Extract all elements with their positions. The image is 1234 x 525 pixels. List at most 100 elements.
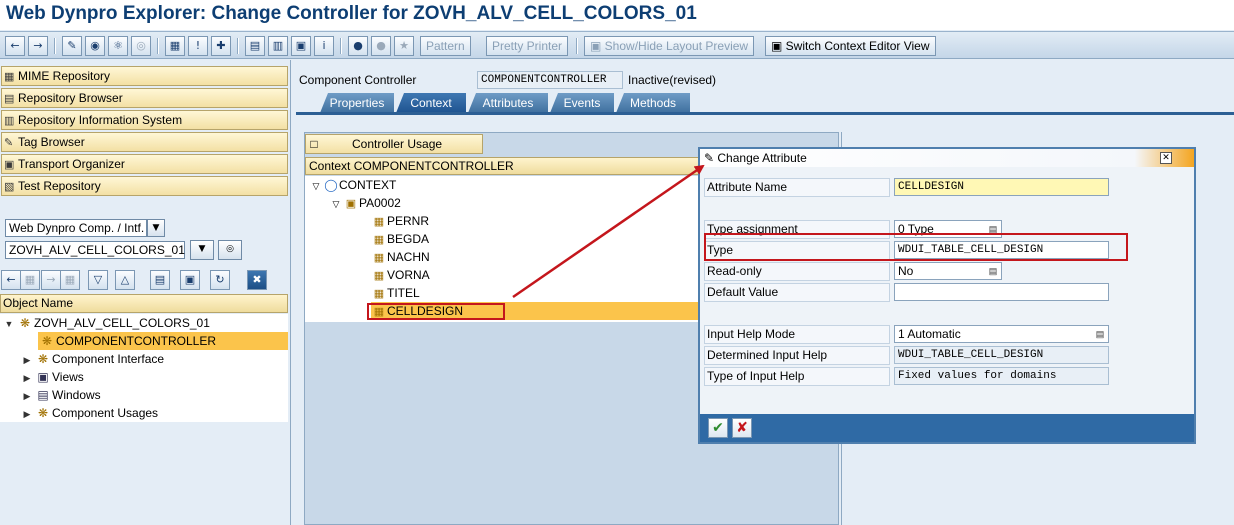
chevron-down-icon[interactable]: ▼ <box>147 219 165 237</box>
nav-repository-browser[interactable]: ▤ Repository Browser <box>1 88 288 108</box>
select-icon[interactable]: ▣ <box>180 270 200 290</box>
collapse-triangle-icon[interactable]: ▽ <box>329 195 343 213</box>
layout-preview-icon: ▣ <box>590 39 605 53</box>
window-icon[interactable]: ▣ <box>291 36 311 56</box>
controller-usage-button[interactable]: □ Controller Usage <box>305 134 483 154</box>
default-value-input[interactable] <box>894 283 1109 301</box>
context-attr-vorna[interactable]: ▦ VORNA <box>371 266 430 284</box>
input-help-mode-select[interactable]: 1 Automatic ▤ <box>894 325 1109 343</box>
attribute-icon: ▦ <box>373 216 385 228</box>
expand-triangle-icon[interactable]: ▶ <box>20 405 34 423</box>
usages-icon: ❋ <box>37 406 49 420</box>
prev-object-icon[interactable]: ← <box>1 270 21 290</box>
edit-dialog-icon: ✎ <box>704 151 718 165</box>
field-read-only: Read-only No ▤ <box>704 262 1190 281</box>
breakpoint-icon[interactable]: ● <box>348 36 368 56</box>
dialog-title-bar: ✎ Change Attribute <box>700 149 1194 167</box>
inactive-objects-icon[interactable]: ▥ <box>268 36 288 56</box>
tree-icon[interactable]: ▤ <box>150 270 170 290</box>
object-type-select[interactable]: Web Dynpro Comp. / Intf. <box>5 219 147 237</box>
edit-icon[interactable]: ✎ <box>62 36 82 56</box>
context-node-pa0002[interactable]: ▽ ▣ PA0002 <box>329 194 401 212</box>
prev-list-icon[interactable]: ▦ <box>20 270 40 290</box>
navigate-icon[interactable]: ✚ <box>211 36 231 56</box>
context-attr-pernr[interactable]: ▦ PERNR <box>371 212 429 230</box>
wizard-icon[interactable]: ★ <box>394 36 414 56</box>
refresh-icon[interactable]: ↻ <box>210 270 230 290</box>
dropdown-list-icon[interactable]: ▤ <box>987 265 999 278</box>
field-determined-input-help: Determined Input Help WDUI_TABLE_CELL_DE… <box>704 346 1190 365</box>
switch-context-label: Switch Context Editor View <box>785 39 930 53</box>
pretty-printer-button[interactable]: Pretty Printer <box>486 36 569 56</box>
collapse-triangle-icon[interactable]: ▼ <box>2 315 16 333</box>
attribute-icon: ▦ <box>373 288 385 300</box>
display-glasses-icon[interactable]: ◎ <box>218 240 242 260</box>
component-icon: ❋ <box>19 316 31 330</box>
repository-icon: ▤ <box>4 93 15 105</box>
pattern-button[interactable]: Pattern <box>420 36 471 56</box>
next-list-icon[interactable]: ▦ <box>60 270 80 290</box>
nav-tag-browser[interactable]: ✎ Tag Browser <box>1 132 288 152</box>
dropdown-list-icon[interactable]: ▤ <box>1094 328 1106 341</box>
tree-item-views[interactable]: ▶ ▣ Views <box>20 368 84 386</box>
help-icon[interactable]: i <box>314 36 334 56</box>
application-toolbar: ← → ✎ ◉ ⚛ ◎ ▦ ! ✚ ▤ ▥ ▣ i ● ● ★ Pattern … <box>0 31 1234 59</box>
context-node-root[interactable]: ▽ ◯CONTEXT <box>309 176 397 195</box>
interface-icon: ❋ <box>37 352 49 366</box>
windows-icon: ▤ <box>37 388 49 402</box>
info-icon[interactable]: ! <box>188 36 208 56</box>
display-object-list-icon[interactable]: ▦ <box>165 36 185 56</box>
context-attr-nachn[interactable]: ▦ NACHN <box>371 248 430 266</box>
transport-icon: ▣ <box>4 159 15 171</box>
nav-test-repository[interactable]: ▧ Test Repository <box>1 176 288 196</box>
attribute-name-input[interactable]: CELLDESIGN <box>894 178 1109 196</box>
attribute-icon: ▦ <box>373 252 385 264</box>
field-type-of-input-help: Type of Input Help Fixed values for doma… <box>704 367 1190 386</box>
field-input-help-mode: Input Help Mode 1 Automatic ▤ <box>704 325 1190 344</box>
next-object-icon[interactable]: → <box>41 270 61 290</box>
nav-transport-organizer[interactable]: ▣ Transport Organizer <box>1 154 288 174</box>
checkmark-icon[interactable]: ✔ <box>708 418 728 438</box>
layout-preview-label: Show/Hide Layout Preview <box>604 39 749 53</box>
back-icon[interactable]: ← <box>5 36 25 56</box>
where-used-icon[interactable]: ◎ <box>131 36 151 56</box>
collapse-icon[interactable]: △ <box>115 270 135 290</box>
close-icon[interactable]: ✖ <box>247 270 267 290</box>
dialog-title: Change Attribute <box>717 151 807 165</box>
tab-attributes[interactable]: Attributes <box>468 93 548 113</box>
hierarchy-icon[interactable]: ▤ <box>245 36 265 56</box>
tree-item-componentcontroller[interactable]: ❋ COMPONENTCONTROLLER <box>38 332 288 350</box>
tree-item-component-interface[interactable]: ▶ ❋ Component Interface <box>20 350 165 369</box>
tab-properties[interactable]: Properties <box>320 93 394 113</box>
other-object-icon[interactable]: ◉ <box>85 36 105 56</box>
expand-triangle-icon[interactable]: ▶ <box>20 351 34 369</box>
dropdown-icon[interactable]: ▼ <box>190 240 214 260</box>
nav-mime-repository[interactable]: ▦ MIME Repository <box>1 66 288 86</box>
nav-repository-information-system[interactable]: ▥ Repository Information System <box>1 110 288 130</box>
collapse-triangle-icon[interactable]: ▽ <box>309 177 323 195</box>
cancel-x-icon[interactable]: ✘ <box>732 418 752 438</box>
forward-icon[interactable]: → <box>28 36 48 56</box>
context-attr-begda[interactable]: ▦ BEGDA <box>371 230 429 248</box>
dialog-footer: ✔ ✘ <box>700 414 1194 442</box>
tab-events[interactable]: Events <box>550 93 614 113</box>
tab-methods[interactable]: Methods <box>616 93 690 113</box>
object-name-input[interactable]: ZOVH_ALV_CELL_COLORS_01 <box>5 241 185 259</box>
context-attr-titel[interactable]: ▦ TITEL <box>371 284 420 302</box>
read-only-select[interactable]: No ▤ <box>894 262 1002 280</box>
info-system-icon: ▥ <box>4 115 15 127</box>
tree-item-windows[interactable]: ▶ ▤ Windows <box>20 386 101 404</box>
tree-item-component[interactable]: ▼ ❋ ZOVH_ALV_CELL_COLORS_01 <box>2 314 210 332</box>
switch-context-editor-button[interactable]: ▣ Switch Context Editor View <box>765 36 936 56</box>
expand-icon[interactable]: ▽ <box>88 270 108 290</box>
annotation-box-type <box>704 233 1128 261</box>
mime-icon: ▦ <box>4 71 15 83</box>
tab-context[interactable]: Context <box>396 93 466 113</box>
activate-icon[interactable]: ⚛ <box>108 36 128 56</box>
close-icon[interactable]: ✕ <box>1160 152 1172 164</box>
tree-item-component-usages[interactable]: ▶ ❋ Component Usages <box>20 404 159 423</box>
external-breakpoint-icon[interactable]: ● <box>371 36 391 56</box>
expand-triangle-icon[interactable]: ▶ <box>20 369 34 387</box>
layout-preview-button[interactable]: ▣ Show/Hide Layout Preview <box>584 36 755 56</box>
expand-triangle-icon[interactable]: ▶ <box>20 387 34 405</box>
